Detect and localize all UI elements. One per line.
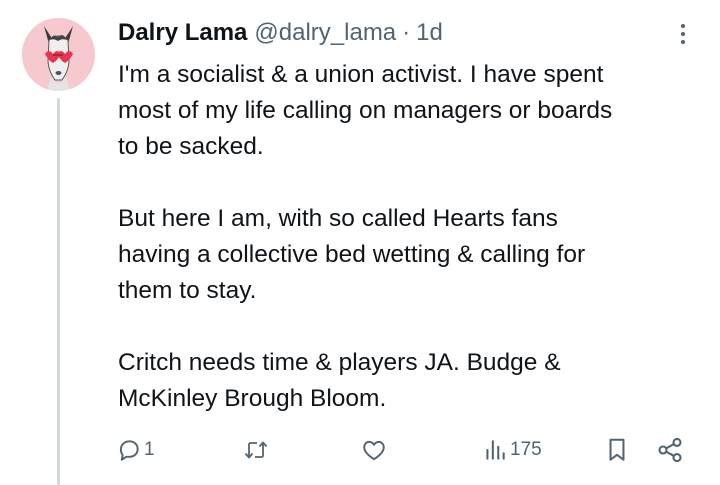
like-button[interactable] [360, 434, 388, 466]
thread-line [57, 98, 60, 485]
share-button[interactable] [656, 434, 684, 466]
tweet[interactable]: Dalry Lama @dalry_lama · 1d I'm a social… [0, 0, 720, 485]
avatar[interactable] [22, 18, 95, 91]
like-icon [363, 440, 385, 461]
views-count: 175 [510, 439, 542, 460]
reply-count: 1 [144, 439, 155, 460]
retweet-icon [244, 441, 268, 459]
retweet-button[interactable] [242, 434, 270, 466]
share-icon [658, 437, 682, 463]
tweet-text: I'm a socialist & a union activist. I ha… [118, 57, 698, 417]
timestamp[interactable]: 1d [416, 17, 443, 49]
views-icon [486, 440, 505, 460]
user-handle[interactable]: @dalry_lama [254, 17, 396, 49]
tweet-paragraph-2: But here I am, with so called Hearts fan… [118, 205, 586, 304]
action-bar: 1 175 [0, 430, 720, 470]
tweet-paragraph-3: Critch needs time & players JA. Budge & … [118, 349, 561, 412]
more-options-icon[interactable] [676, 20, 690, 50]
display-name[interactable]: Dalry Lama [118, 17, 247, 49]
reply-button[interactable]: 1 [116, 434, 155, 466]
tweet-paragraph-1: I'm a socialist & a union activist. I ha… [118, 61, 613, 160]
reply-icon [119, 440, 139, 461]
bookmark-icon [609, 438, 625, 461]
separator-dot: · [402, 19, 411, 46]
views-button[interactable]: 175 [482, 434, 542, 466]
llama-avatar-icon [22, 18, 95, 91]
bookmark-button[interactable] [604, 434, 630, 466]
tweet-header: Dalry Lama @dalry_lama · 1d [118, 17, 443, 49]
